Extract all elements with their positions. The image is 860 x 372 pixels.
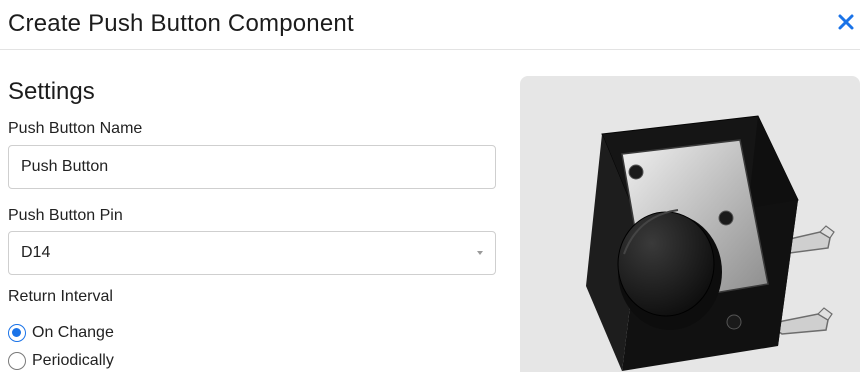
push-button-pin-select[interactable]: D14 xyxy=(8,231,496,275)
radio-periodically-label: Periodically xyxy=(32,352,114,369)
push-button-pin-label: Push Button Pin xyxy=(8,207,123,224)
push-button-component-image xyxy=(586,115,835,371)
radio-on-change[interactable]: On Change xyxy=(8,322,114,344)
chevron-down-icon xyxy=(477,251,483,255)
radio-periodically-control[interactable] xyxy=(8,352,26,370)
radio-on-change-control[interactable] xyxy=(8,324,26,342)
push-button-name-label: Push Button Name xyxy=(8,120,143,137)
dialog-header: Create Push Button Component xyxy=(0,0,860,50)
radio-on-change-label: On Change xyxy=(32,324,114,341)
dialog-title: Create Push Button Component xyxy=(8,10,354,37)
settings-heading: Settings xyxy=(8,78,95,105)
close-icon[interactable] xyxy=(836,12,856,32)
radio-periodically[interactable]: Periodically xyxy=(8,350,114,372)
component-preview-panel xyxy=(520,76,860,372)
pin-selected-value: D14 xyxy=(21,244,51,261)
return-interval-label: Return Interval xyxy=(8,288,113,305)
push-button-name-input[interactable] xyxy=(8,145,496,189)
